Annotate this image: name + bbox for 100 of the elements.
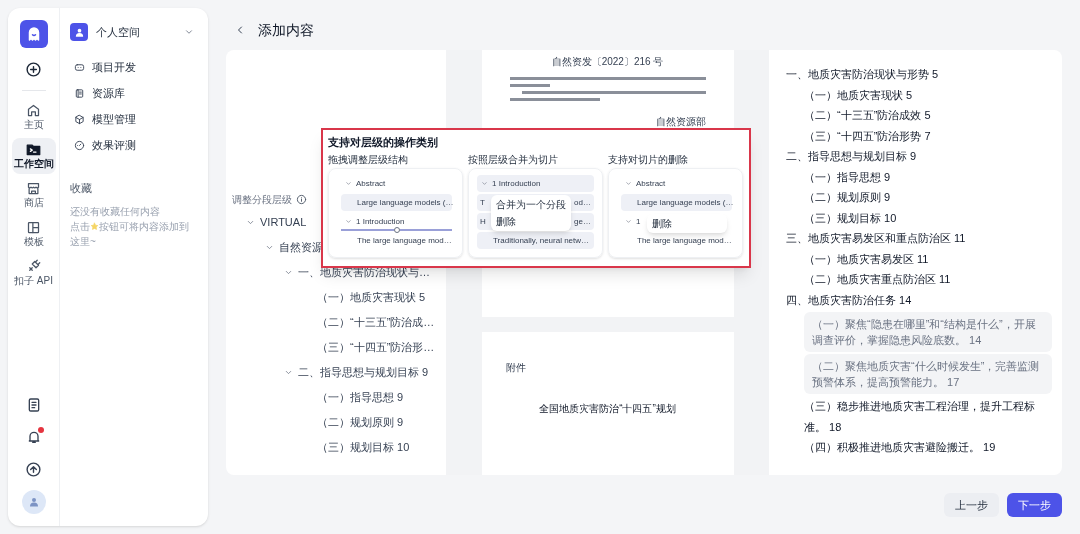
robot-icon	[74, 62, 85, 73]
nav-item[interactable]: 主页	[11, 99, 56, 135]
menu-option[interactable]: 删除	[491, 213, 571, 230]
expand-toggle[interactable]	[265, 243, 274, 252]
tree-row-text: The large language mod…	[356, 234, 452, 247]
chevron-down-icon	[184, 27, 194, 37]
outline-item[interactable]: （一）指导思想 9	[804, 166, 1052, 187]
previous-step-button[interactable]: 上一步	[944, 493, 999, 517]
chevron-down-icon	[625, 180, 632, 187]
signature-text: 自然资源部	[655, 115, 706, 129]
tree-item[interactable]: （二）规划原则 9	[317, 414, 404, 431]
page-title: 添加内容	[258, 20, 314, 40]
menu-item[interactable]: 资源库	[70, 85, 198, 102]
tree-row-text: T	[480, 196, 485, 209]
nav-item[interactable]: 模板	[11, 216, 56, 252]
chevron-down-icon	[481, 180, 488, 187]
empty-favorites-text: 还没有收藏任何内容	[70, 204, 161, 219]
outline-item[interactable]: （四）积极推进地质灾害避险搬迁。 19	[804, 437, 1052, 458]
document-number: 自然资发〔2022〕216 号	[550, 55, 665, 69]
tree-item[interactable]: VIRTUAL	[260, 214, 307, 231]
outline-section[interactable]: 三、地质灾害易发区和重点防治区 11	[786, 228, 1052, 249]
outline-section[interactable]: 四、地质灾害防治任务 14	[786, 289, 1052, 310]
tree-row-text: od…	[574, 196, 591, 209]
outline-item[interactable]: （三）“十四五”防治形势 7	[804, 125, 1052, 146]
field-label: 调整分段层级	[232, 192, 292, 207]
outline-item[interactable]: （二）聚焦地质灾害“什么时候发生”，完善监测预警体系，提高预警能力。 17	[804, 354, 1052, 394]
app-logo[interactable]	[19, 20, 48, 48]
nav-item[interactable]: 工作空间	[11, 138, 56, 174]
arrow-up-circle-icon	[25, 461, 42, 478]
menu-option[interactable]: 合并为一个分段	[491, 196, 571, 213]
panel-heading: 支持对切片的删除	[608, 153, 689, 167]
gauge-icon	[74, 140, 85, 151]
tree-row-label: 1 Introduction	[492, 177, 541, 190]
plug-icon	[26, 259, 41, 274]
nav-item[interactable]: 扣子 API	[11, 255, 56, 291]
hint-text: 按钮可将内容添加到	[99, 220, 189, 232]
chevron-down-icon	[284, 268, 293, 277]
plus-circle-icon	[25, 61, 42, 78]
document-title: 全国地质灾害防治“十四五”规划	[538, 401, 677, 416]
layout-icon	[26, 220, 41, 235]
space-selector[interactable]: 个人空间	[70, 23, 198, 41]
chevron-down-icon	[284, 368, 293, 377]
tree-row-label: 1	[636, 215, 641, 228]
outline-item[interactable]: （一）聚焦“隐患在哪里”和“结构是什么”，开展调查评价，掌握隐患风险底数。 14	[804, 312, 1052, 352]
tree-row-text: ge…	[574, 215, 591, 228]
expand-toggle[interactable]	[246, 218, 255, 227]
outline-item[interactable]: （三）规划目标 10	[804, 207, 1052, 228]
tree-item[interactable]: （二）“十三五”防治成…	[317, 314, 435, 331]
hint-text: 这里~	[70, 234, 97, 249]
tree-row: Large language models (…	[341, 194, 452, 211]
store-icon	[26, 181, 41, 196]
chevron-down-icon	[625, 218, 632, 225]
panel-heading: 按照层级合并为切片	[468, 153, 559, 167]
tree-row-label: Abstract	[356, 177, 386, 190]
home-icon	[26, 103, 41, 118]
tree-row-label: Abstract	[636, 177, 666, 190]
chevron-down-icon	[265, 243, 274, 252]
star-icon	[90, 221, 99, 231]
tree-row-text: The large language mod…	[636, 234, 732, 247]
chevron-down-icon	[345, 180, 352, 187]
menu-item[interactable]: 模型管理	[70, 111, 198, 128]
outline-item[interactable]: （一）地质灾害现状 5	[804, 84, 1052, 105]
book-icon	[74, 88, 85, 99]
next-step-button[interactable]: 下一步	[1007, 493, 1062, 517]
menu-item[interactable]: 效果评测	[70, 137, 198, 154]
outline-item[interactable]: （一）地质灾害易发区 11	[804, 248, 1052, 269]
cube-icon	[74, 114, 85, 125]
person-icon	[27, 496, 40, 508]
menu-item[interactable]: 项目开发	[70, 59, 198, 76]
tree-item[interactable]: （一）指导思想 9	[317, 389, 404, 406]
tree-item[interactable]: 二、指导思想与规划目标 9	[298, 364, 429, 381]
terminal-folder-icon	[26, 142, 41, 157]
nav-item[interactable]: 商店	[11, 177, 56, 213]
panel-heading: 拖拽调整层级结构	[328, 153, 409, 167]
outline-item[interactable]: （二）规划原则 9	[804, 187, 1052, 208]
outline-item[interactable]: （二）地质灾害重点防治区 11	[804, 269, 1052, 290]
tree-item[interactable]: （一）地质灾害现状 5	[317, 289, 426, 306]
chevron-down-icon	[345, 218, 352, 225]
tree-item[interactable]: （三）“十四五”防治形…	[317, 339, 435, 356]
expand-toggle[interactable]	[284, 368, 293, 377]
tree-row: Traditionally, neural netw…	[477, 232, 594, 249]
outline-item[interactable]: （三）稳步推进地质灾害工程治理，提升工程标准。 18	[804, 396, 1052, 437]
expand-toggle[interactable]	[284, 268, 293, 277]
menu-option[interactable]: 删除	[647, 215, 727, 232]
info-icon	[296, 193, 307, 205]
outline-section[interactable]: 一、地质灾害防治现状与形势 5	[786, 64, 1052, 85]
callout-title: 支持对层级的操作类别	[328, 135, 439, 150]
tree-row-text: H	[480, 215, 486, 228]
tree-item[interactable]: （三）规划目标 10	[317, 439, 410, 456]
tree-row-label: 1 Introduction	[356, 215, 405, 228]
user-avatar[interactable]	[21, 490, 46, 514]
outline-section[interactable]: 二、指导思想与规划目标 9	[786, 146, 1052, 167]
favorites-heading: 收藏	[70, 181, 93, 196]
chevron-down-icon	[246, 218, 255, 227]
attachment-label: 附件	[505, 360, 527, 375]
outline-item[interactable]: （二）“十三五”防治成效 5	[804, 105, 1052, 126]
hint-text: 点击	[70, 220, 90, 232]
create-button[interactable]	[25, 61, 42, 78]
upload-button[interactable]	[25, 461, 42, 478]
tree-row: Large language models (…	[621, 194, 732, 211]
